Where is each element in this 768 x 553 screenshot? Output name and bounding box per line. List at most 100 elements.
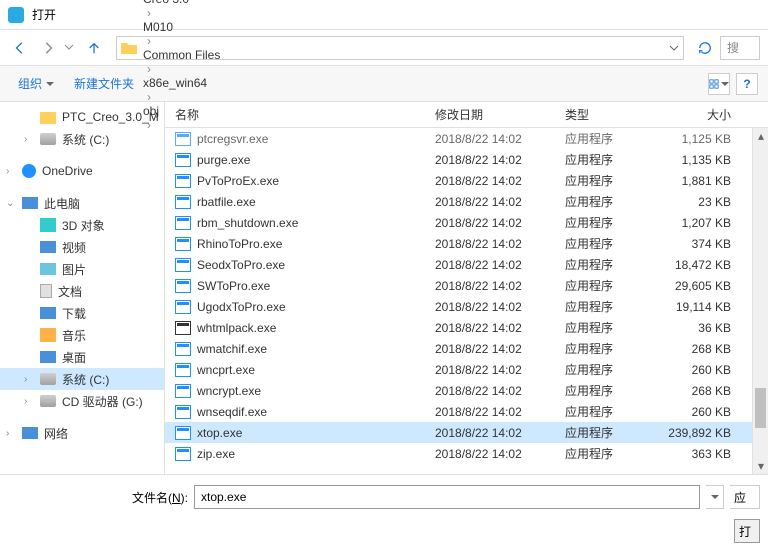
exe-icon	[175, 321, 191, 335]
file-type: 应用程序	[555, 340, 655, 357]
file-row[interactable]: wnseqdif.exe2018/8/22 14:02应用程序260 KB	[165, 401, 768, 422]
file-row[interactable]: SeodxToPro.exe2018/8/22 14:02应用程序18,472 …	[165, 254, 768, 275]
file-list: ptcregsvr.exe2018/8/22 14:02应用程序1,125 KB…	[165, 128, 768, 474]
tree-cd[interactable]: ›CD 驱动器 (G:)	[0, 390, 164, 412]
refresh-button[interactable]	[694, 41, 716, 55]
file-row[interactable]: rbm_shutdown.exe2018/8/22 14:02应用程序1,207…	[165, 212, 768, 233]
file-date: 2018/8/22 14:02	[425, 384, 555, 398]
file-size: 239,892 KB	[655, 426, 745, 440]
file-row[interactable]: ptcregsvr.exe2018/8/22 14:02应用程序1,125 KB	[165, 128, 768, 149]
chevron-right-icon[interactable]: ›	[143, 34, 155, 48]
tree-music[interactable]: 音乐	[0, 324, 164, 346]
file-size: 260 KB	[655, 405, 745, 419]
filetype-dropdown[interactable]: 应	[730, 485, 760, 509]
file-size: 1,207 KB	[655, 216, 745, 230]
file-name: purge.exe	[197, 153, 250, 167]
file-date: 2018/8/22 14:02	[425, 342, 555, 356]
new-folder-button[interactable]: 新建文件夹	[66, 71, 142, 96]
scroll-thumb[interactable]	[755, 388, 766, 428]
col-date[interactable]: 修改日期	[425, 106, 555, 123]
file-type: 应用程序	[555, 403, 655, 420]
file-row[interactable]: wncrypt.exe2018/8/22 14:02应用程序268 KB	[165, 380, 768, 401]
help-button[interactable]: ?	[736, 73, 758, 95]
chevron-down-icon[interactable]	[669, 43, 679, 53]
file-row[interactable]: SWToPro.exe2018/8/22 14:02应用程序29,605 KB	[165, 275, 768, 296]
file-name: RhinoToPro.exe	[197, 237, 282, 251]
column-headers: 名称 修改日期 类型 大小	[165, 102, 768, 128]
exe-icon	[175, 426, 191, 440]
tree-3d[interactable]: 3D 对象	[0, 214, 164, 236]
tree-system-c2[interactable]: ›系统 (C:)	[0, 368, 164, 390]
search-input[interactable]: 搜	[720, 36, 760, 60]
file-size: 1,125 KB	[655, 132, 745, 146]
file-size: 19,114 KB	[655, 300, 745, 314]
toolbar: 组织 新建文件夹 ?	[0, 66, 768, 102]
filename-history-dropdown[interactable]	[706, 485, 724, 509]
file-row[interactable]: wmatchif.exe2018/8/22 14:02应用程序268 KB	[165, 338, 768, 359]
file-type: 应用程序	[555, 172, 655, 189]
breadcrumb-1[interactable]: Creo 3.0	[143, 0, 220, 6]
file-date: 2018/8/22 14:02	[425, 132, 555, 146]
forward-button[interactable]	[36, 36, 60, 60]
file-type: 应用程序	[555, 424, 655, 441]
file-date: 2018/8/22 14:02	[425, 300, 555, 314]
file-date: 2018/8/22 14:02	[425, 363, 555, 377]
tree-this-pc[interactable]: ⌄此电脑	[0, 192, 164, 214]
exe-icon	[175, 195, 191, 209]
nav-tree: PTC_Creo_3.0_M ›系统 (C:) ›OneDrive ⌄此电脑 3…	[0, 102, 165, 474]
tree-ptc-folder[interactable]: PTC_Creo_3.0_M	[0, 106, 164, 128]
tree-docs[interactable]: 文档	[0, 280, 164, 302]
recent-dropdown[interactable]	[64, 41, 78, 55]
file-row[interactable]: wncprt.exe2018/8/22 14:02应用程序260 KB	[165, 359, 768, 380]
filename-input[interactable]	[194, 485, 700, 509]
file-size: 29,605 KB	[655, 279, 745, 293]
file-type: 应用程序	[555, 130, 655, 147]
chevron-right-icon[interactable]: ›	[143, 6, 155, 20]
chevron-right-icon[interactable]: ›	[143, 62, 155, 76]
file-type: 应用程序	[555, 235, 655, 252]
tree-pictures[interactable]: 图片	[0, 258, 164, 280]
back-button[interactable]	[8, 36, 32, 60]
file-date: 2018/8/22 14:02	[425, 216, 555, 230]
col-name[interactable]: 名称	[165, 106, 425, 123]
exe-icon	[175, 279, 191, 293]
scroll-up-icon[interactable]: ▴	[753, 128, 768, 144]
folder-icon	[121, 41, 137, 55]
exe-icon	[175, 237, 191, 251]
view-button[interactable]	[708, 73, 730, 95]
up-button[interactable]	[82, 36, 106, 60]
file-size: 260 KB	[655, 363, 745, 377]
file-row[interactable]: PvToProEx.exe2018/8/22 14:02应用程序1,881 KB	[165, 170, 768, 191]
file-row[interactable]: rbatfile.exe2018/8/22 14:02应用程序23 KB	[165, 191, 768, 212]
breadcrumb-3[interactable]: Common Files	[143, 48, 220, 62]
file-date: 2018/8/22 14:02	[425, 321, 555, 335]
exe-icon	[175, 174, 191, 188]
tree-network[interactable]: ›网络	[0, 422, 164, 444]
file-row[interactable]: zip.exe2018/8/22 14:02应用程序363 KB	[165, 443, 768, 464]
tree-system-c[interactable]: ›系统 (C:)	[0, 128, 164, 150]
tree-onedrive[interactable]: ›OneDrive	[0, 160, 164, 182]
file-row[interactable]: whtmlpack.exe2018/8/22 14:02应用程序36 KB	[165, 317, 768, 338]
file-row[interactable]: RhinoToPro.exe2018/8/22 14:02应用程序374 KB	[165, 233, 768, 254]
tree-desktop[interactable]: 桌面	[0, 346, 164, 368]
file-date: 2018/8/22 14:02	[425, 258, 555, 272]
breadcrumb-4[interactable]: x86e_win64	[143, 76, 220, 90]
tree-video[interactable]: 视频	[0, 236, 164, 258]
file-row[interactable]: UgodxToPro.exe2018/8/22 14:02应用程序19,114 …	[165, 296, 768, 317]
organize-button[interactable]: 组织	[10, 71, 62, 96]
file-name: SeodxToPro.exe	[197, 258, 285, 272]
scroll-down-icon[interactable]: ▾	[753, 458, 768, 474]
file-row[interactable]: xtop.exe2018/8/22 14:02应用程序239,892 KB	[165, 422, 768, 443]
file-size: 36 KB	[655, 321, 745, 335]
file-name: wmatchif.exe	[197, 342, 267, 356]
app-icon	[8, 7, 24, 23]
breadcrumb-bar[interactable]: PTC›Creo 3.0›M010›Common Files›x86e_win6…	[116, 36, 684, 60]
col-size[interactable]: 大小	[655, 106, 745, 123]
tree-downloads[interactable]: 下载	[0, 302, 164, 324]
file-row[interactable]: purge.exe2018/8/22 14:02应用程序1,135 KB	[165, 149, 768, 170]
open-button[interactable]: 打	[734, 519, 760, 543]
scrollbar[interactable]: ▴ ▾	[752, 128, 768, 474]
breadcrumb-2[interactable]: M010	[143, 20, 220, 34]
file-name: whtmlpack.exe	[197, 321, 276, 335]
col-type[interactable]: 类型	[555, 106, 655, 123]
